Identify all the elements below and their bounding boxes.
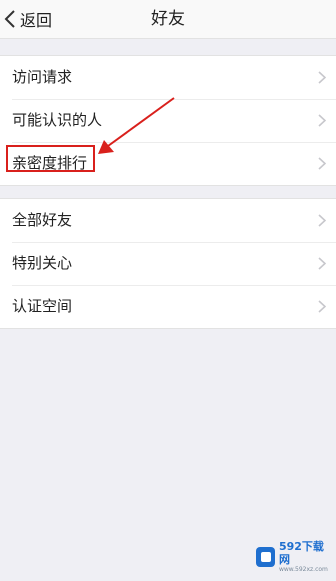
watermark-url: www.592xz.com: [278, 566, 328, 573]
site-watermark: 592下载网 www.592xz.com: [256, 537, 332, 577]
menu-item-special-care[interactable]: 特别关心: [0, 242, 336, 285]
watermark-brand: 592下载网: [278, 540, 324, 566]
menu-item-people-you-may-know[interactable]: 可能认识的人: [0, 99, 336, 142]
page-title: 好友: [151, 9, 185, 29]
chevron-right-icon: [318, 71, 326, 84]
chevron-right-icon: [318, 300, 326, 313]
menu-item-label: 亲密度排行: [12, 154, 88, 172]
menu-item-label: 全部好友: [12, 211, 73, 229]
chevron-right-icon: [318, 214, 326, 227]
menu-item-label: 特别关心: [12, 254, 73, 272]
menu-item-label: 认证空间: [12, 297, 73, 315]
navigation-bar: 返回 好友: [0, 0, 336, 39]
friend-menu-group-1: 访问请求 可能认识的人 亲密度排行: [0, 55, 336, 186]
menu-item-visit-requests[interactable]: 访问请求: [0, 56, 336, 99]
menu-item-label: 可能认识的人: [12, 111, 103, 129]
site-logo-icon: [256, 547, 275, 567]
friend-menu-group-2: 全部好友 特别关心 认证空间: [0, 198, 336, 329]
chevron-right-icon: [318, 114, 326, 127]
menu-item-label: 访问请求: [12, 68, 73, 86]
chevron-right-icon: [318, 157, 326, 170]
menu-item-all-friends[interactable]: 全部好友: [0, 199, 336, 242]
chevron-right-icon: [318, 257, 326, 270]
menu-item-certified-space[interactable]: 认证空间: [0, 285, 336, 328]
menu-item-intimacy-ranking[interactable]: 亲密度排行: [0, 142, 336, 185]
